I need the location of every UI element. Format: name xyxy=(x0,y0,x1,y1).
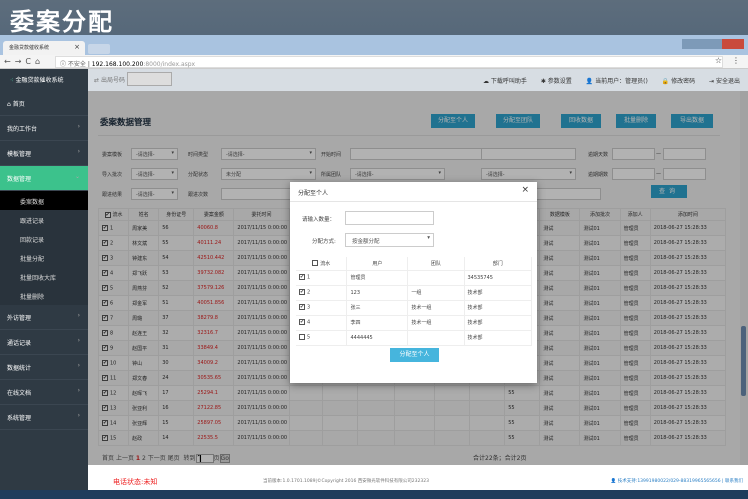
phone-status: 电话状态:未知 xyxy=(113,478,158,486)
sidebar-item-stats[interactable]: 数据统计 › xyxy=(0,355,88,380)
user-name: 123 xyxy=(346,285,409,301)
browser-tabbar: 金融贷款催收系统 × xyxy=(0,35,748,55)
settings-link[interactable]: ✱ 参数设置 xyxy=(541,78,572,85)
new-tab-button[interactable] xyxy=(88,44,110,54)
sidebar-item-visits[interactable]: 外访管理 › xyxy=(0,305,88,330)
header-links: ☁ 下载呼叫助手 ✱ 参数设置 👤 当前用户：管理员() 🔒 修改密码 ⇥ 安全… xyxy=(471,76,740,85)
banner-title: 委案分配 xyxy=(10,7,114,36)
user-serial[interactable]: ✔ 1 xyxy=(296,270,348,286)
browser-menu-icon[interactable]: ⋮ xyxy=(732,56,740,65)
way-label: 分配方式: xyxy=(312,239,336,245)
browser-tab[interactable]: 金融贷款催收系统 × xyxy=(3,41,85,55)
col-user: 用户 xyxy=(346,257,409,271)
app-header: ⇄ 出局号码 ☁ 下载呼叫助手 ✱ 参数设置 👤 当前用户：管理员() 🔒 修改… xyxy=(88,69,748,91)
copyright: 当前版本:1.0.1701.1089|©Copyright 2016 西安微光软… xyxy=(263,479,429,484)
address-bar: ←→C⌂ ⓘ 不安全 | 192.168.100.200:8000/index.… xyxy=(0,55,748,69)
window-controls[interactable] xyxy=(682,39,744,49)
col-team: 团队 xyxy=(407,257,465,271)
user-serial[interactable]: ✔ 3 xyxy=(296,300,348,316)
user-checkbox[interactable] xyxy=(299,334,305,341)
sidebar-sub-batch-delete[interactable]: 批量删除 xyxy=(0,286,88,305)
user-row[interactable]: ✔ 1 管理员 34535745 xyxy=(296,270,532,286)
sidebar: ⌂ 首页 我的工作台 › 模板管理 › 数据管理 ⌄ 委案数据 跟进记录 回款记录 批… xyxy=(0,91,88,465)
user-checkbox[interactable]: ✔ xyxy=(299,289,305,296)
assign-way-select[interactable]: 按金额分配 xyxy=(345,233,434,247)
user-dept: 技术部 xyxy=(464,285,532,301)
sidebar-sub-batch-recycle[interactable]: 批量回收大库 xyxy=(0,267,88,286)
current-user: 👤 当前用户：管理员() xyxy=(585,78,648,85)
close-icon[interactable]: × xyxy=(521,185,529,195)
user-name: 李四 xyxy=(346,315,409,331)
sidebar-sub-repayments[interactable]: 回款记录 xyxy=(0,229,88,248)
modal-title: 分配至个人 xyxy=(298,190,329,197)
app-logo: ⁖ 金融贷款催收系统 xyxy=(0,69,88,91)
modal-header: 分配至个人 × xyxy=(290,182,537,202)
user-name: 4444445 xyxy=(346,330,409,346)
nav-icons[interactable]: ←→C⌂ xyxy=(4,57,44,66)
sidebar-bottom xyxy=(0,465,88,490)
url-input[interactable]: ⓘ 不安全 | 192.168.100.200:8000/index.aspx xyxy=(55,56,723,68)
download-helper-link[interactable]: ☁ 下载呼叫助手 xyxy=(483,78,527,85)
logo-text: 金融贷款催收系统 xyxy=(15,77,64,84)
bookmark-star-icon[interactable]: ☆ xyxy=(715,56,722,65)
user-serial[interactable]: ✔ 2 xyxy=(296,285,348,301)
tab-title: 金融贷款催收系统 xyxy=(9,45,50,51)
user-serial[interactable]: 5 xyxy=(296,330,348,346)
sidebar-item-calls[interactable]: 通话记录 › xyxy=(0,330,88,355)
user-dept: 技术部 xyxy=(464,300,532,316)
user-table: 流水 用户 团队 部门 ✔ 1 管理员 34535745 ✔ 2 123 一组 技术部 ✔ 3 张三技… xyxy=(296,257,532,346)
change-password-link[interactable]: 🔒 修改密码 xyxy=(662,78,695,85)
sidebar-item-workbench[interactable]: 我的工作台 › xyxy=(0,116,88,141)
security-label: 不安全 xyxy=(67,61,86,68)
user-serial[interactable]: ✔ 4 xyxy=(296,315,348,331)
qty-input[interactable] xyxy=(345,211,434,225)
chevron-down-icon: ⌄ xyxy=(74,173,80,180)
url-path: :8000/index.aspx xyxy=(143,61,196,68)
chevron-right-icon: › xyxy=(77,123,80,130)
user-dept: 技术部 xyxy=(464,330,532,346)
sidebar-item-data[interactable]: 数据管理 ⌄ xyxy=(0,166,88,191)
user-name: 管理员 xyxy=(346,270,409,286)
sidebar-sub-batch-assign[interactable]: 批量分配 xyxy=(0,248,88,267)
select-all-checkbox[interactable] xyxy=(312,260,319,267)
user-team xyxy=(407,330,465,346)
user-checkbox[interactable]: ✔ xyxy=(299,304,305,311)
user-dept: 技术部 xyxy=(464,315,532,331)
user-row[interactable]: ✔ 4 李四 技术一组 技术部 xyxy=(296,315,532,331)
sidebar-sub-cases[interactable]: 委案数据 xyxy=(0,191,88,210)
user-row[interactable]: 5 4444445 技术部 xyxy=(296,330,532,346)
assign-person-modal: 分配至个人× 请输入数量： 分配方式: 按金额分配 流水 用户 团队 部门 ✔1… xyxy=(290,182,537,383)
user-checkbox[interactable]: ✔ xyxy=(299,319,305,326)
col-serial[interactable]: 流水 xyxy=(296,257,348,271)
outbound-number-input[interactable] xyxy=(126,71,172,86)
url-host: 192.168.100.200 xyxy=(91,61,144,68)
support-contact[interactable]: 👤 技术支持:13991980022/029-88319965565656 | … xyxy=(611,478,743,484)
assign-submit-button[interactable]: 分配至个人 xyxy=(390,348,439,362)
user-checkbox[interactable]: ✔ xyxy=(299,274,305,281)
sidebar-item-templates[interactable]: 模板管理 › xyxy=(0,141,88,166)
os-taskbar xyxy=(0,490,748,499)
close-tab-icon[interactable]: × xyxy=(74,43,80,51)
col-dept: 部门 xyxy=(464,257,532,271)
logout-link[interactable]: ⇥ 安全退出 xyxy=(709,78,740,85)
user-name: 张三 xyxy=(346,300,409,316)
footer: 电话状态:未知 当前版本:1.0.1701.1089|©Copyright 20… xyxy=(88,465,748,490)
user-dept: 34535745 xyxy=(464,270,532,286)
chevron-right-icon: › xyxy=(77,148,80,155)
sidebar-item-docs[interactable]: 在线文档 › xyxy=(0,380,88,405)
user-row[interactable]: ✔ 3 张三 技术一组 技术部 xyxy=(296,300,532,316)
sidebar-item-home[interactable]: ⌂ 首页 xyxy=(0,91,88,116)
user-team: 技术一组 xyxy=(407,300,465,316)
outbound-number: ⇄ 出局号码 xyxy=(94,71,172,86)
sidebar-item-system[interactable]: 系统管理 › xyxy=(0,405,88,430)
sidebar-sub-followups[interactable]: 跟进记录 xyxy=(0,210,88,229)
user-team: 一组 xyxy=(407,285,465,301)
user-team: 技术一组 xyxy=(407,315,465,331)
user-team xyxy=(407,270,465,286)
user-row[interactable]: ✔ 2 123 一组 技术部 xyxy=(296,285,532,301)
banner: 委案分配 xyxy=(0,0,748,36)
qty-label: 请输入数量： xyxy=(302,217,336,223)
window-close-icon[interactable] xyxy=(722,39,744,49)
outbound-label: 出局号码 xyxy=(100,77,125,84)
